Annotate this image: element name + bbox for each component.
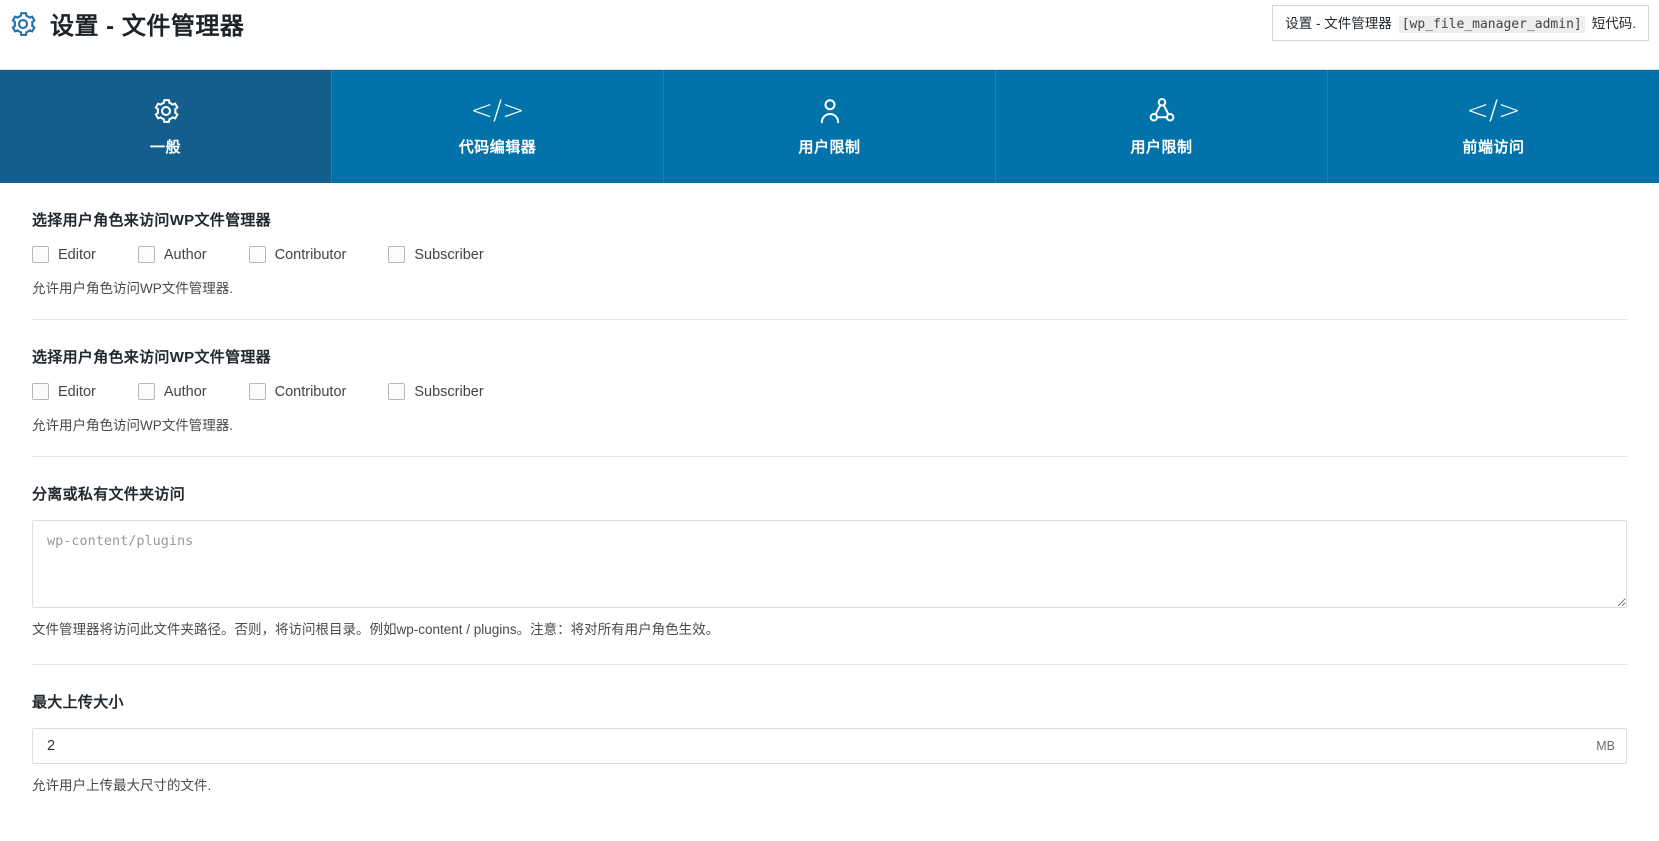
section-hint: 文件管理器将访问此文件夹路径。否则，将访问根目录。例如wp-content / … — [32, 618, 1627, 638]
checkbox-icon[interactable] — [138, 246, 155, 263]
gear-icon — [151, 96, 181, 126]
section-hint: 允许用户角色访问WP文件管理器. — [32, 277, 1627, 297]
shortcode-hint-box: 设置 - 文件管理器 [wp_file_manager_admin] 短代码. — [1272, 5, 1649, 41]
section-title: 选择用户角色来访问WP文件管理器 — [32, 346, 1627, 367]
role-checkbox-author[interactable]: Author — [138, 383, 207, 400]
shortcode-suffix: 短代码. — [1592, 12, 1636, 32]
checkbox-icon[interactable] — [249, 383, 266, 400]
tab-user-restrictions-roles[interactable]: 用户限制 — [996, 70, 1328, 183]
section-title: 选择用户角色来访问WP文件管理器 — [32, 209, 1627, 230]
max-upload-field: MB — [32, 728, 1627, 764]
role-label: Author — [164, 247, 207, 263]
role-label: Contributor — [275, 384, 347, 400]
code-icon: </> — [1466, 96, 1520, 126]
section-title: 分离或私有文件夹访问 — [32, 483, 1627, 504]
section-hint: 允许用户角色访问WP文件管理器. — [32, 414, 1627, 434]
role-checkbox-contributor[interactable]: Contributor — [249, 246, 347, 263]
role-checkbox-editor[interactable]: Editor — [32, 246, 96, 263]
section-roles-access-1: 选择用户角色来访问WP文件管理器 Editor Author Contribut… — [32, 183, 1627, 297]
user-icon — [815, 96, 845, 126]
tab-frontend-access[interactable]: </> 前端访问 — [1328, 70, 1659, 183]
max-upload-input[interactable] — [32, 728, 1627, 764]
tab-label: 一般 — [150, 136, 181, 157]
section-roles-access-2: 选择用户角色来访问WP文件管理器 Editor Author Contribut… — [32, 319, 1627, 434]
tab-label: 用户限制 — [798, 136, 860, 157]
role-checkbox-subscriber[interactable]: Subscriber — [388, 383, 483, 400]
role-label: Subscriber — [414, 384, 483, 400]
role-checkbox-author[interactable]: Author — [138, 246, 207, 263]
tab-label: 代码编辑器 — [459, 136, 537, 157]
tab-general[interactable]: 一般 — [0, 70, 332, 183]
tab-code-editor[interactable]: </> 代码编辑器 — [332, 70, 664, 183]
gear-icon — [8, 9, 38, 39]
checkbox-icon[interactable] — [138, 383, 155, 400]
role-label: Editor — [58, 247, 96, 263]
tab-user-restrictions[interactable]: 用户限制 — [664, 70, 996, 183]
shortcode-code[interactable]: [wp_file_manager_admin] — [1399, 16, 1585, 33]
checkbox-icon[interactable] — [32, 383, 49, 400]
role-checkbox-contributor[interactable]: Contributor — [249, 383, 347, 400]
role-label: Contributor — [275, 247, 347, 263]
page-header: 设置 - 文件管理器 设置 - 文件管理器 [wp_file_manager_a… — [0, 0, 1659, 70]
tab-label: 前端访问 — [1462, 136, 1524, 157]
settings-tab-bar: 一般 </> 代码编辑器 用户限制 用户限制 </> 前端访问 — [0, 70, 1659, 183]
private-folder-textarea[interactable] — [32, 520, 1627, 608]
section-title: 最大上传大小 — [32, 691, 1627, 712]
checkbox-icon[interactable] — [388, 246, 405, 263]
role-label: Subscriber — [414, 247, 483, 263]
section-hint: 允许用户上传最大尺寸的文件. — [32, 774, 1627, 794]
checkbox-icon[interactable] — [32, 246, 49, 263]
shortcode-prefix: 设置 - 文件管理器 — [1285, 12, 1392, 32]
section-private-folder: 分离或私有文件夹访问 文件管理器将访问此文件夹路径。否则，将访问根目录。例如wp… — [32, 456, 1627, 638]
role-checkbox-subscriber[interactable]: Subscriber — [388, 246, 483, 263]
role-checkbox-editor[interactable]: Editor — [32, 383, 96, 400]
tab-label: 用户限制 — [1130, 136, 1192, 157]
checkbox-icon[interactable] — [388, 383, 405, 400]
settings-content: 选择用户角色来访问WP文件管理器 Editor Author Contribut… — [0, 183, 1659, 794]
role-checkbox-group: Editor Author Contributor Subscriber — [32, 246, 1627, 263]
role-checkbox-group: Editor Author Contributor Subscriber — [32, 383, 1627, 400]
checkbox-icon[interactable] — [249, 246, 266, 263]
section-max-upload-size: 最大上传大小 MB 允许用户上传最大尺寸的文件. — [32, 664, 1627, 794]
role-label: Editor — [58, 384, 96, 400]
share-icon — [1147, 96, 1177, 126]
page-title: 设置 - 文件管理器 — [50, 6, 244, 41]
role-label: Author — [164, 384, 207, 400]
page-title-wrap: 设置 - 文件管理器 — [8, 6, 244, 41]
code-icon: </> — [470, 96, 524, 126]
